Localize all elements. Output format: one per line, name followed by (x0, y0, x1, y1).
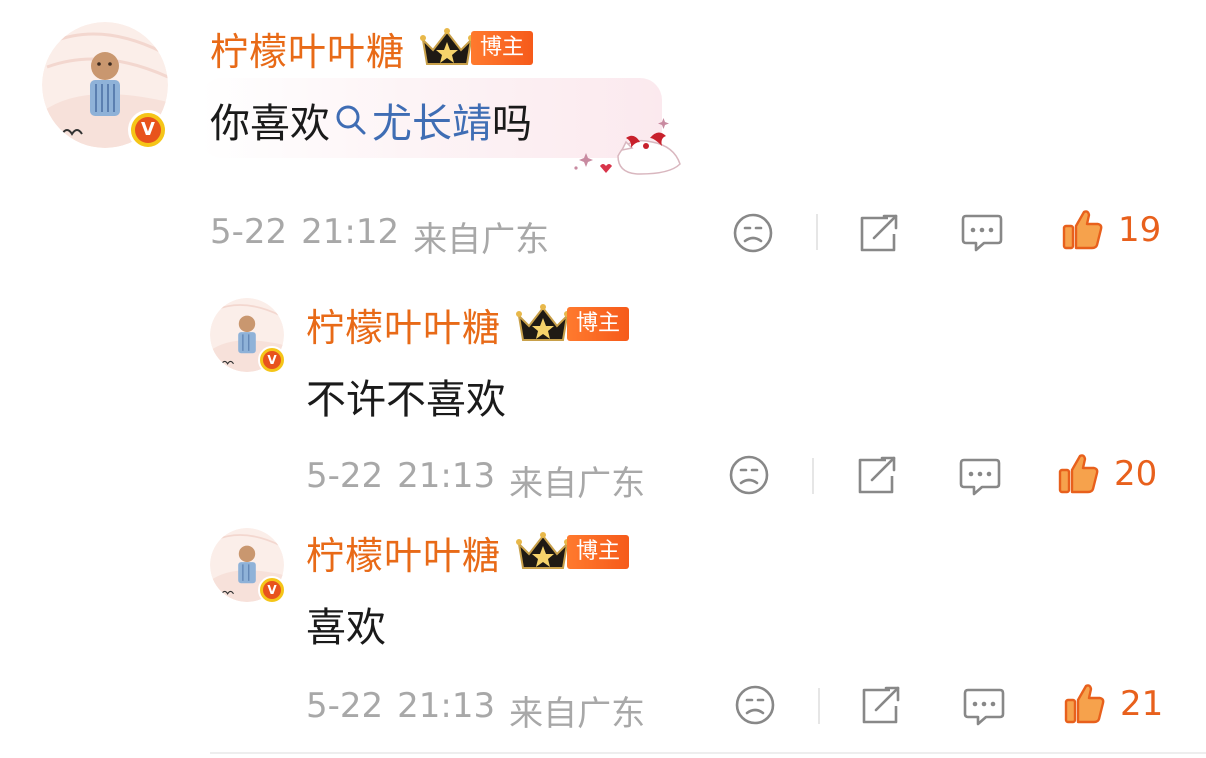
dislike-button[interactable] (728, 454, 770, 496)
comment-location: 来自广东 (509, 694, 646, 734)
comment-date: 5-22 (210, 212, 288, 252)
dislike-button[interactable] (734, 684, 776, 726)
share-button[interactable] (858, 212, 900, 254)
author-row: 柠檬叶叶糖 博主 (210, 21, 534, 76)
author-row: 柠檬叶叶糖 博主 (306, 525, 630, 580)
share-icon (858, 456, 896, 494)
comment-location: 来自广东 (509, 464, 646, 504)
comment-date: 5-22 (306, 686, 384, 726)
comment-meta: 5-22 21:12 来自广东 (210, 212, 549, 261)
comment-text: 不许不喜欢 (306, 377, 506, 423)
blogger-badge: 博主 (515, 302, 630, 346)
blogger-badge: 博主 (419, 26, 534, 70)
separator-line (210, 752, 1206, 754)
topic-link[interactable]: 尤长靖 (330, 91, 492, 149)
sad-face-icon (735, 685, 775, 725)
verified-badge-icon: V (128, 110, 168, 150)
like-count: 20 (1114, 454, 1158, 494)
comment-date: 5-22 (306, 456, 384, 496)
like-count: 19 (1118, 210, 1162, 250)
like-button[interactable]: 20 (1058, 452, 1157, 496)
username[interactable]: 柠檬叶叶糖 (210, 21, 405, 76)
crown-icon (420, 28, 475, 65)
blogger-tag: 博主 (471, 31, 534, 65)
blogger-tag: 博主 (567, 535, 630, 569)
comment-location: 来自广东 (413, 220, 550, 260)
thumbs-up-icon (1062, 210, 1103, 250)
share-icon (862, 686, 900, 724)
username[interactable]: 柠檬叶叶糖 (306, 297, 501, 352)
like-button[interactable]: 21 (1064, 682, 1163, 726)
comment-meta: 5-22 21:13 来自广东 (306, 686, 645, 735)
verified-badge-icon: V (258, 576, 286, 604)
avatar[interactable]: V (42, 22, 168, 150)
search-icon (336, 105, 366, 135)
reply-button[interactable] (960, 212, 1004, 254)
like-count: 21 (1120, 684, 1164, 724)
comment-time: 21:13 (397, 456, 496, 496)
comment-text: 喜欢 (306, 605, 386, 651)
sad-face-icon (733, 213, 773, 253)
reply-button[interactable] (962, 686, 1006, 728)
verified-mark: V (134, 116, 162, 144)
action-divider (812, 458, 814, 494)
crown-icon (516, 304, 571, 341)
comment-time: 21:13 (397, 686, 496, 726)
like-button[interactable]: 19 (1062, 208, 1161, 252)
comment-icon (961, 214, 1003, 252)
username[interactable]: 柠檬叶叶糖 (306, 525, 501, 580)
share-button[interactable] (856, 454, 898, 496)
action-divider (818, 688, 820, 724)
comment-text: 你喜欢 尤长靖 吗 (210, 91, 532, 149)
sad-face-icon (729, 455, 769, 495)
verified-mark: V (262, 350, 282, 370)
comment-icon (959, 458, 1001, 496)
share-button[interactable] (860, 684, 902, 726)
share-icon (860, 214, 898, 252)
cat-sticker-icon (574, 118, 681, 175)
comment-icon (963, 688, 1005, 726)
crown-icon (516, 532, 571, 569)
avatar[interactable]: V (210, 528, 286, 604)
verified-badge-icon: V (258, 346, 286, 374)
blogger-tag: 博主 (567, 307, 630, 341)
author-row: 柠檬叶叶糖 博主 (306, 297, 630, 352)
thumbs-up-icon (1064, 684, 1105, 724)
comment-time: 21:12 (301, 212, 400, 252)
blogger-badge: 博主 (515, 530, 630, 574)
dislike-button[interactable] (732, 212, 774, 254)
comment-text-prefix: 你喜欢 (210, 101, 330, 147)
reply-button[interactable] (958, 456, 1002, 498)
comment-meta: 5-22 21:13 来自广东 (306, 456, 645, 505)
topic-label: 尤长靖 (372, 101, 492, 147)
thumbs-up-icon (1058, 454, 1099, 494)
avatar[interactable]: V (210, 298, 286, 374)
comment-thread: V 柠檬叶叶糖 博主 你喜欢 尤长靖 吗 5-22 21:12 来自广东 19 … (0, 0, 1206, 758)
verified-mark: V (262, 580, 282, 600)
comment-text-suffix: 吗 (492, 101, 532, 147)
action-divider (816, 214, 818, 250)
